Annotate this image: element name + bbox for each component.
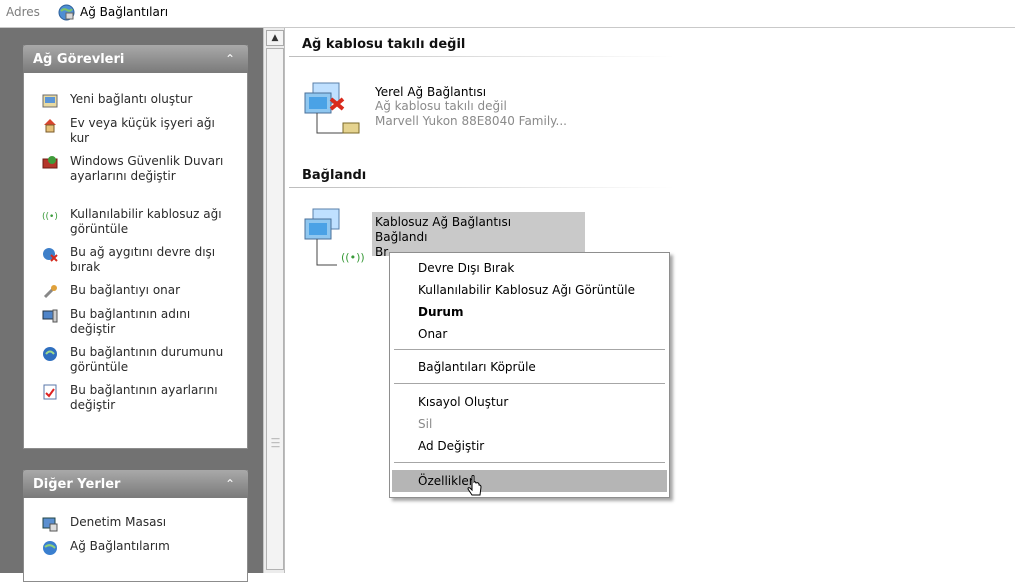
connection-device: Br xyxy=(375,245,389,259)
collapse-icon[interactable]: ⌃ xyxy=(221,50,239,68)
menu-item-bridge[interactable]: Bağlantıları Köprüle xyxy=(392,356,667,378)
menu-item-repair[interactable]: Onar xyxy=(392,323,667,345)
vertical-scrollbar[interactable]: ▲ — — — xyxy=(263,28,285,573)
task-label: Bu bağlantıyı onar xyxy=(70,283,181,297)
menu-item-label: Bağlantıları Köprüle xyxy=(418,360,536,374)
context-menu: Devre Dışı Bırak Kullanılabilir Kablosuz… xyxy=(389,252,670,498)
task-label: Bu ağ aygıtını devre dışı bırak xyxy=(70,245,216,274)
menu-item-create-shortcut[interactable]: Kısayol Oluştur xyxy=(392,391,667,413)
svg-text:((•)): ((•)) xyxy=(42,212,58,222)
menu-item-label: Özellikler xyxy=(418,474,474,488)
connection-name: Yerel Ağ Bağlantısı xyxy=(375,85,487,99)
control-panel-icon xyxy=(42,516,58,532)
new-connection-icon xyxy=(42,93,58,109)
group-title-unplugged: Ağ kablosu takılı değil xyxy=(302,37,466,52)
place-label: Denetim Masası xyxy=(70,515,167,529)
status-icon xyxy=(42,346,58,362)
task-pane: Ağ Görevleri ⌃ Yeni bağlantı oluştur Ev … xyxy=(0,28,263,582)
menu-item-label: Kısayol Oluştur xyxy=(418,395,509,409)
menu-separator xyxy=(394,383,665,384)
collapse-icon[interactable]: ⌃ xyxy=(221,475,239,493)
connection-name: Kablosuz Ağ Bağlantısı xyxy=(375,215,512,229)
wireless-connection-icon[interactable]: ((•)) xyxy=(303,207,367,271)
other-places-panel: Diğer Yerler ⌃ Denetim Masası Ağ Bağlant… xyxy=(23,470,248,582)
svg-text:((•)): ((•)) xyxy=(341,251,365,264)
task-label: Bu bağlantının ayarlarını değiştir xyxy=(70,383,218,412)
connection-device: Marvell Yukon 88E8040 Family... xyxy=(375,114,567,128)
task-label: Bu bağlantının adını değiştir xyxy=(70,307,191,336)
menu-item-label: Sil xyxy=(418,417,433,431)
network-tasks-title: Ağ Görevleri xyxy=(33,52,125,67)
repair-icon xyxy=(42,284,58,300)
menu-item-delete[interactable]: Sil xyxy=(392,413,667,435)
menu-item-view-wireless[interactable]: Kullanılabilir Kablosuz Ağı Görüntüle xyxy=(392,279,667,301)
other-places-header[interactable]: Diğer Yerler ⌃ xyxy=(23,470,248,498)
menu-item-label: Ad Değiştir xyxy=(418,439,485,453)
scroll-up-button[interactable]: ▲ xyxy=(266,30,284,46)
menu-item-properties[interactable]: Özellikler xyxy=(392,470,667,492)
menu-separator xyxy=(394,462,665,463)
other-places-title: Diğer Yerler xyxy=(33,477,121,492)
group-title-connected: Bağlandı xyxy=(302,168,367,183)
task-label: Kullanılabilir kablosuz ağı görüntüle xyxy=(70,207,222,236)
address-value[interactable]: Ağ Bağlantıları xyxy=(80,5,168,19)
menu-item-label: Devre Dışı Bırak xyxy=(418,261,515,275)
menu-item-status[interactable]: Durum xyxy=(392,301,667,323)
task-label: Bu bağlantının durumunu görüntüle xyxy=(70,345,224,374)
scroll-thumb[interactable]: — — — xyxy=(266,48,284,570)
network-tasks-header[interactable]: Ağ Görevleri ⌃ xyxy=(23,45,248,73)
menu-item-rename[interactable]: Ad Değiştir xyxy=(392,435,667,457)
address-bar: Adres Ağ Bağlantıları xyxy=(0,0,1015,28)
lan-connection-icon[interactable] xyxy=(303,79,367,143)
connection-status: Bağlandı xyxy=(375,230,428,244)
network-tasks-panel: Ağ Görevleri ⌃ Yeni bağlantı oluştur Ev … xyxy=(23,45,248,449)
firewall-icon xyxy=(42,155,58,171)
menu-item-label: Durum xyxy=(418,305,464,319)
my-network-icon xyxy=(42,540,58,556)
home-network-icon xyxy=(42,117,58,133)
place-label: Ağ Bağlantılarım xyxy=(70,539,170,553)
mouse-cursor-icon xyxy=(467,475,483,499)
menu-item-label: Onar xyxy=(418,327,448,341)
menu-separator xyxy=(394,349,665,350)
connection-status: Ağ kablosu takılı değil xyxy=(375,99,507,113)
rename-icon xyxy=(42,308,58,324)
grip-icon: — — — xyxy=(271,434,280,452)
address-label: Adres xyxy=(6,5,40,19)
task-label: Ev veya küçük işyeri ağı kur xyxy=(70,116,215,145)
network-connections-icon xyxy=(58,4,75,21)
group-divider xyxy=(289,187,675,188)
settings-icon xyxy=(42,384,58,400)
menu-item-label: Kullanılabilir Kablosuz Ağı Görüntüle xyxy=(418,283,635,297)
disable-device-icon xyxy=(42,246,58,262)
menu-item-disable[interactable]: Devre Dışı Bırak xyxy=(392,257,667,279)
group-divider xyxy=(289,56,675,57)
task-label: Windows Güvenlik Duvarı ayarlarını değiş… xyxy=(70,154,224,183)
wireless-icon: ((•)) xyxy=(42,208,61,224)
task-label: Yeni bağlantı oluştur xyxy=(70,92,193,106)
